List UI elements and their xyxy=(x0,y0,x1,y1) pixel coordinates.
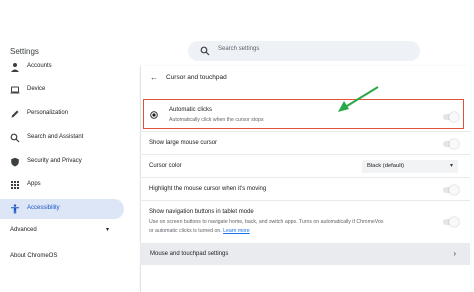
sidebar-item-label: Accounts xyxy=(27,63,52,69)
cursor-color-select[interactable]: Black (default) ▾ xyxy=(362,160,458,173)
mouse-touchpad-settings-label: Mouse and touchpad settings xyxy=(150,251,229,257)
highlight-cursor-toggle[interactable] xyxy=(443,185,459,195)
sidebar-item-accounts[interactable]: Accounts xyxy=(0,57,124,77)
divider xyxy=(140,200,470,201)
search-input[interactable]: Search settings xyxy=(218,46,259,52)
caret-down-icon: ▾ xyxy=(449,163,453,169)
sidebar-item-accessibility[interactable]: Accessibility xyxy=(0,199,124,219)
accessibility-icon xyxy=(11,204,19,214)
chevron-right-icon: › xyxy=(453,249,456,258)
person-icon xyxy=(11,63,19,72)
cursor-color-value: Black (default) xyxy=(367,163,405,169)
laptop-icon xyxy=(10,86,20,94)
sidebar-item-apps[interactable]: Apps xyxy=(0,175,124,195)
sidebar-item-label: Security and Privacy xyxy=(27,158,82,164)
sidebar-item-label: Search and Assistant xyxy=(27,134,84,140)
caret-down-icon[interactable]: ▾ xyxy=(106,226,109,233)
radio-button-icon[interactable] xyxy=(150,111,158,119)
sidebar-advanced-toggle[interactable]: Advanced xyxy=(10,227,37,233)
sidebar-item-personalization[interactable]: Personalization xyxy=(0,104,124,124)
app-title: Settings xyxy=(10,47,39,56)
sidebar-item-about-chromeos[interactable]: About ChromeOS xyxy=(10,253,57,259)
automatic-clicks-title: Automatic clicks xyxy=(169,107,213,113)
search-icon xyxy=(200,46,210,56)
page-title: Cursor and touchpad xyxy=(166,74,227,81)
apps-grid-icon xyxy=(11,181,19,189)
annotation-arrow-icon xyxy=(338,86,379,112)
tablet-nav-toggle[interactable] xyxy=(443,217,459,227)
divider xyxy=(140,154,470,155)
sidebar-item-label: Personalization xyxy=(27,110,69,116)
highlight-box xyxy=(143,99,464,129)
large-cursor-label: Show large mouse cursor xyxy=(149,140,218,146)
sidebar-item-label: Accessibility xyxy=(27,205,60,211)
highlight-cursor-label: Highlight the mouse cursor when it's mov… xyxy=(149,186,267,192)
sidebar-item-security-and-privacy[interactable]: Security and Privacy xyxy=(0,152,124,172)
sidebar-item-search-and-assistant[interactable]: Search and Assistant xyxy=(0,128,124,148)
search-icon xyxy=(10,133,20,143)
sidebar-item-label: Apps xyxy=(27,181,41,187)
tablet-nav-description-text: or automatic clicks is turned on. xyxy=(149,228,222,234)
pen-icon xyxy=(11,110,19,118)
shield-icon xyxy=(11,157,19,167)
sidebar-item-label: Device xyxy=(27,86,46,92)
tablet-nav-description-line2: or automatic clicks is turned on. Learn … xyxy=(149,228,250,234)
tablet-nav-title: Show navigation buttons in tablet mode xyxy=(149,209,254,215)
divider xyxy=(140,131,470,132)
automatic-clicks-subtitle: Automatically click when the cursor stop… xyxy=(169,117,264,123)
search-box[interactable]: Search settings xyxy=(188,41,420,61)
tablet-nav-description: Use on screen buttons to navigate home, … xyxy=(149,219,384,225)
automatic-clicks-toggle[interactable] xyxy=(443,112,459,122)
mouse-touchpad-settings-row[interactable]: Mouse and touchpad settings › xyxy=(140,243,470,265)
back-arrow-icon[interactable]: ← xyxy=(150,73,158,82)
learn-more-link[interactable]: Learn more xyxy=(223,228,250,234)
sidebar-item-device[interactable]: Device xyxy=(0,80,124,100)
cursor-color-label: Cursor color xyxy=(149,163,182,169)
divider xyxy=(140,177,470,178)
large-cursor-toggle[interactable] xyxy=(443,139,459,149)
